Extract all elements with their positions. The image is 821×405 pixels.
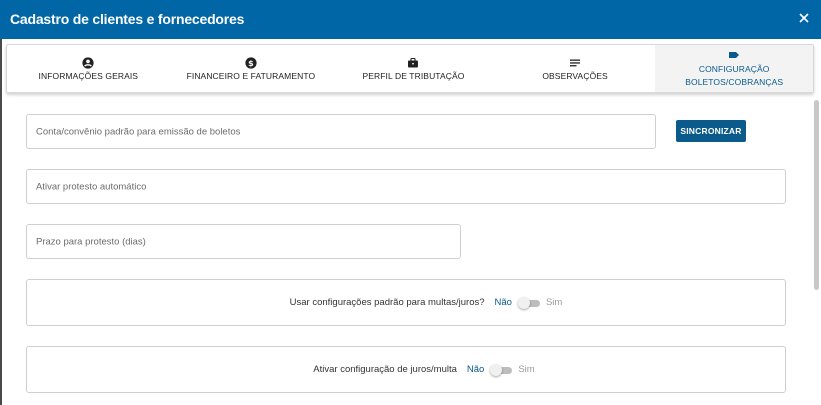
sync-button[interactable]: SINCRONIZAR <box>676 120 746 142</box>
interest-no-label: Não <box>466 364 485 375</box>
tab-perfil-tributacao[interactable]: PERFIL DE TRIBUTAÇÃO <box>332 45 495 92</box>
interest-yes-label: Sim <box>518 364 535 375</box>
protest-days-placeholder: Prazo para protesto (dias) <box>36 236 146 247</box>
dollar-circle-icon: $ <box>245 56 257 69</box>
interest-question: Ativar configuração de juros/multa <box>313 364 457 375</box>
switch-knob <box>490 363 503 376</box>
tab-configuracao-boletos[interactable]: CONFIGURAÇÃO BOLETOS/COBRANÇAS <box>655 45 813 92</box>
tab-bar: INFORMAÇÕES GERAIS $ FINANCEIRO E FATURA… <box>6 44 814 93</box>
account-placeholder: Conta/convênio padrão para emissão de bo… <box>36 126 241 137</box>
notes-lines-icon <box>570 59 581 66</box>
vertical-scrollbar[interactable] <box>814 100 819 290</box>
tab-label: FINANCEIRO E FATURAMENTO <box>186 70 316 81</box>
dialog-header: Cadastro de clientes e fornecedores <box>0 0 821 39</box>
tab-financeiro-faturamento[interactable]: $ FINANCEIRO E FATURAMENTO <box>170 45 333 92</box>
defaults-toggle-row: Usar configurações padrão para multas/ju… <box>26 279 786 326</box>
switch-knob <box>517 296 530 309</box>
protest-placeholder: Ativar protesto automático <box>36 181 147 192</box>
briefcase-icon <box>408 57 419 67</box>
interest-toggle-row: Ativar configuração de juros/multa Não S… <box>26 346 786 393</box>
tag-icon <box>729 51 740 58</box>
tab-label: OBSERVAÇÕES <box>542 70 608 81</box>
tab-observacoes[interactable]: OBSERVAÇÕES <box>495 45 656 92</box>
svg-text:$: $ <box>248 59 254 68</box>
dialog-title: Cadastro de clientes e fornecedores <box>10 11 245 27</box>
tab-label-line1: CONFIGURAÇÃO <box>698 63 770 74</box>
tab-label-line2: BOLETOS/COBRANÇAS <box>685 76 784 87</box>
left-edge-shadow <box>0 39 2 405</box>
defaults-switch[interactable] <box>517 296 540 309</box>
defaults-no-label: Não <box>494 297 512 308</box>
tab-label: INFORMAÇÕES GERAIS <box>38 70 139 81</box>
defaults-yes-label: Sim <box>545 297 563 308</box>
account-circle-icon <box>82 56 94 69</box>
interest-switch[interactable] <box>490 363 513 376</box>
tab-informacoes-gerais[interactable]: INFORMAÇÕES GERAIS <box>7 45 170 92</box>
protest-field[interactable]: Ativar protesto automático <box>26 169 786 204</box>
tab-label: CONFIGURAÇÃO BOLETOS/COBRANÇAS <box>685 63 783 89</box>
tab-label: PERFIL DE TRIBUTAÇÃO <box>362 70 465 81</box>
protest-days-field[interactable]: Prazo para protesto (dias) <box>26 224 461 259</box>
defaults-question: Usar configurações padrão para multas/ju… <box>289 297 485 308</box>
account-field[interactable]: Conta/convênio padrão para emissão de bo… <box>26 114 656 149</box>
close-icon[interactable] <box>797 11 811 25</box>
